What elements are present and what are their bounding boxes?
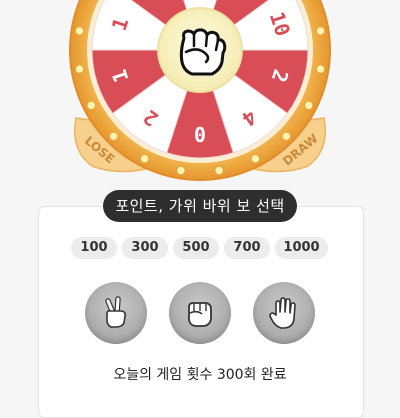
- daily-play-count-status: 오늘의 게임 횟수 300회 완료: [113, 367, 287, 383]
- paper-hand-icon: [269, 297, 296, 329]
- rim-bulb: [86, 100, 96, 111]
- rim-bulb: [304, 100, 314, 111]
- game-screen: LOSE DRAW 1102402117 포인트, 가위 바위 보 선택 100…: [0, 0, 400, 418]
- rim-bulb: [139, 154, 150, 164]
- rim-bulb: [74, 64, 85, 74]
- paper-button[interactable]: [253, 282, 315, 344]
- scissors-button[interactable]: [85, 282, 147, 344]
- rim-bulb: [74, 26, 85, 36]
- rim-bulb: [315, 26, 326, 36]
- rock-button[interactable]: [169, 282, 231, 344]
- rim-bulb: [250, 154, 261, 164]
- point-chip-700[interactable]: 700: [224, 237, 270, 259]
- panel-title: 포인트, 가위 바위 보 선택: [103, 190, 297, 222]
- rim-bulb: [315, 64, 326, 74]
- point-chip-1000[interactable]: 1000: [275, 237, 328, 259]
- scissors-hand-icon: [105, 296, 126, 328]
- rim-bulb: [109, 131, 119, 141]
- point-chip-100[interactable]: 100: [71, 237, 117, 259]
- wheel-graphic: LOSE DRAW 1102402117: [69, 0, 331, 181]
- roulette-wheel: LOSE DRAW 1102402117: [0, 0, 400, 181]
- rim-bulb: [176, 165, 186, 176]
- rim-bulb: [281, 131, 291, 141]
- rock-hand-icon: [188, 302, 212, 327]
- rim-bulb: [214, 165, 224, 176]
- point-chip-300[interactable]: 300: [122, 237, 168, 259]
- fist-icon: [179, 28, 227, 76]
- point-chip-500[interactable]: 500: [173, 237, 219, 259]
- wheel-segment-label: 0: [194, 122, 206, 146]
